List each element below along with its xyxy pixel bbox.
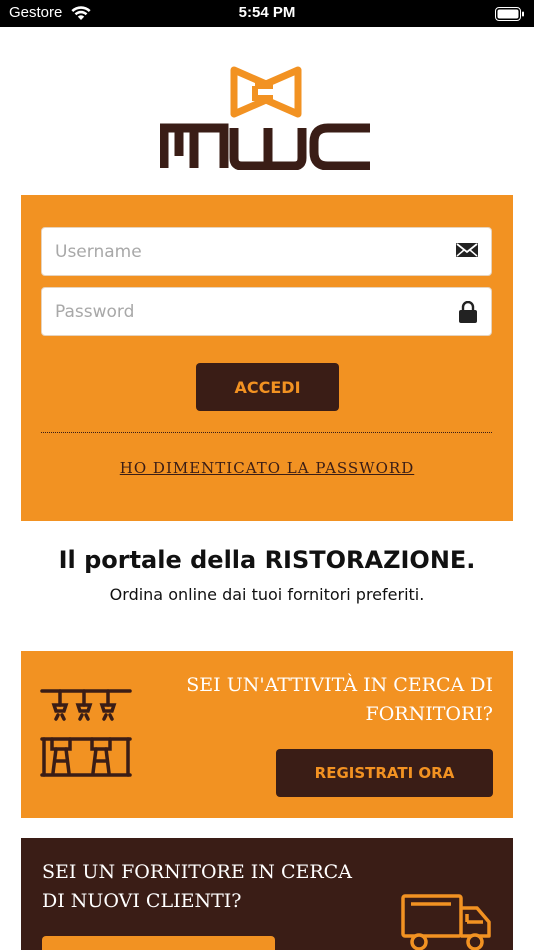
login-button[interactable]: ACCEDI (196, 363, 339, 411)
restaurant-bar-icon (40, 687, 132, 785)
business-question: SEI UN'ATTIVITÀ IN CERCA DI FORNITORI? (163, 671, 493, 729)
login-panel: ACCEDI HO DIMENTICATO LA PASSWORD (21, 195, 513, 521)
divider (41, 432, 492, 433)
password-field (41, 287, 492, 336)
supplier-panel: SEI UN FORNITORE IN CERCA DI NUOVI CLIEN… (21, 838, 513, 950)
status-time: 5:54 PM (238, 4, 296, 21)
battery-icon (495, 6, 525, 25)
business-question-line2: FORNITORI? (365, 703, 493, 725)
envelope-icon (456, 241, 478, 263)
portal-subtitle: Ordina online dai tuoi fornitori preferi… (109, 585, 425, 604)
business-panel: SEI UN'ATTIVITÀ IN CERCA DI FORNITORI? R… (21, 651, 513, 818)
username-field (41, 227, 492, 276)
register-button[interactable]: REGISTRATI ORA (276, 749, 493, 797)
mwc-logo (159, 66, 374, 171)
supplier-question-line1: SEI UN FORNITORE IN CERCA (42, 861, 352, 883)
portal-title: Il portale della RISTORAZIONE. (58, 546, 476, 574)
truck-icon (401, 892, 493, 950)
supplier-question-line2: DI NUOVI CLIENTI? (42, 890, 242, 912)
forgot-password-link[interactable]: HO DIMENTICATO LA PASSWORD (21, 459, 513, 477)
status-bar: Gestore 5:54 PM (0, 0, 534, 27)
supplier-question: SEI UN FORNITORE IN CERCA DI NUOVI CLIEN… (42, 858, 382, 916)
username-input[interactable] (42, 228, 422, 275)
business-question-line1: SEI UN'ATTIVITÀ IN CERCA DI (186, 674, 493, 696)
lock-icon (458, 300, 478, 327)
password-input[interactable] (42, 288, 422, 335)
supplier-register-button[interactable] (42, 936, 275, 950)
